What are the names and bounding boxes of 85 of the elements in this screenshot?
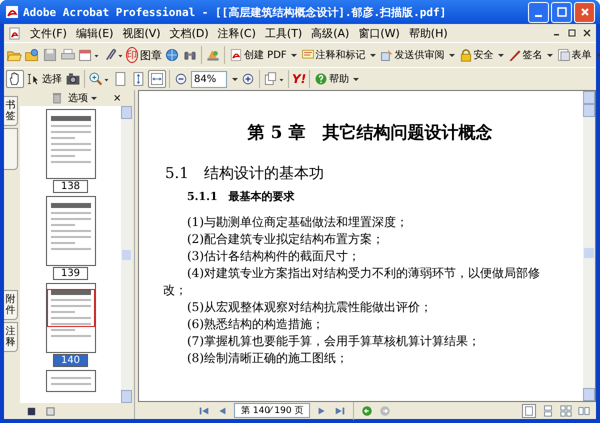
paragraph: (7)掌握机算也要能手算，会用手算草核机算计算结果； bbox=[186, 333, 481, 350]
paragraph: (1)与勘测单位商定基础做法和埋置深度； bbox=[186, 214, 409, 231]
last-page-icon[interactable] bbox=[334, 404, 346, 416]
globe-icon[interactable] bbox=[164, 47, 180, 63]
section-title: 5.1 结构设计的基本功 bbox=[165, 164, 325, 183]
menu-item[interactable]: 工具(T) bbox=[264, 26, 302, 40]
menu-item[interactable]: 文档(D) bbox=[170, 26, 209, 40]
paragraph: (8)绘制清晰正确的施工图纸； bbox=[186, 350, 349, 367]
minimize-icon bbox=[535, 15, 542, 17]
menu-item[interactable]: 视图(V) bbox=[122, 26, 161, 40]
trash-icon[interactable] bbox=[52, 92, 62, 104]
pages-tab[interactable] bbox=[4, 128, 18, 170]
minimize-button[interactable] bbox=[528, 2, 549, 22]
pdf-icon bbox=[8, 26, 21, 40]
camera-icon[interactable] bbox=[65, 71, 81, 87]
facing-icon[interactable] bbox=[560, 404, 572, 416]
paragraph: (3)估计各结构构件的截面尺寸； bbox=[186, 248, 361, 265]
subsection-title: 5.1.1 最基本的要求 bbox=[187, 189, 296, 204]
page-number-label[interactable]: 139 bbox=[52, 267, 88, 280]
bookmarks-tab[interactable]: 书签 bbox=[4, 96, 18, 126]
close-icon bbox=[580, 7, 590, 17]
single-page-icon[interactable] bbox=[522, 404, 536, 418]
save-icon[interactable] bbox=[42, 47, 58, 63]
sidebar-tab[interactable]: 注释 bbox=[4, 322, 18, 352]
maximize-button[interactable] bbox=[551, 2, 572, 22]
zoom-out-icon[interactable] bbox=[173, 71, 189, 87]
help-icon bbox=[314, 72, 328, 86]
pdf-icon bbox=[5, 5, 19, 19]
chapter-title: 第 5 章 其它结构问题设计概念 bbox=[246, 122, 494, 144]
hand-tool-icon[interactable] bbox=[6, 70, 24, 88]
page-thumbnail[interactable] bbox=[46, 109, 96, 179]
zoom-field[interactable]: 84% bbox=[191, 70, 227, 88]
page-number-field[interactable]: 第 140⁄ 190 页 bbox=[234, 403, 310, 418]
page-thumbnail[interactable] bbox=[46, 283, 96, 353]
review-icon bbox=[380, 48, 394, 62]
filmstrip-icon[interactable] bbox=[26, 406, 37, 416]
rotate-page-icon[interactable] bbox=[263, 71, 285, 87]
menu-item[interactable]: 窗口(W) bbox=[358, 26, 400, 40]
pdf-icon bbox=[229, 48, 243, 62]
menu-item[interactable]: 高级(A) bbox=[311, 26, 350, 40]
scrollbar[interactable] bbox=[583, 91, 595, 401]
form-icon bbox=[556, 48, 571, 62]
menu-item[interactable]: 帮助(H) bbox=[408, 26, 448, 40]
thumbnail-size-icon[interactable] bbox=[45, 406, 56, 416]
page-number-label[interactable]: 140 bbox=[52, 354, 88, 367]
page-thumbnail[interactable] bbox=[46, 370, 96, 392]
close-panel-button[interactable]: × bbox=[111, 92, 124, 104]
sidebar-tab[interactable]: 附件 bbox=[4, 290, 18, 320]
help-button[interactable]: 帮助 bbox=[313, 72, 360, 86]
menu-item[interactable]: 文件(F) bbox=[30, 26, 67, 40]
menu-item[interactable]: 编辑(E) bbox=[76, 26, 114, 40]
task-button[interactable]: 签名 bbox=[506, 48, 554, 62]
pen-icon bbox=[508, 48, 522, 62]
zoom-dropdown-icon[interactable] bbox=[232, 78, 238, 80]
paragraph: (5)从宏观整体观察对结构抗震性能做出评价； bbox=[186, 299, 433, 316]
page-number-label[interactable]: 138 bbox=[52, 180, 88, 193]
task-button[interactable]: 安全 bbox=[458, 48, 505, 62]
stamp-icon[interactable]: 印 bbox=[126, 47, 138, 63]
page-thumbnail[interactable] bbox=[46, 196, 96, 266]
two-page-icon[interactable] bbox=[578, 404, 590, 416]
paragraph: (4)对建筑专业方案指出对结构受力不利的薄弱环节，以便做局部修改； bbox=[163, 265, 541, 299]
document-window-controls-icon[interactable] bbox=[552, 28, 592, 38]
close-button[interactable] bbox=[574, 2, 595, 22]
menu-item[interactable]: 注释(C) bbox=[218, 26, 256, 40]
task-button[interactable]: 发送供审阅 bbox=[378, 48, 456, 62]
scrollbar[interactable] bbox=[121, 106, 132, 403]
folder-globe-icon[interactable] bbox=[24, 47, 40, 63]
yahoo-button[interactable]: Y! bbox=[292, 72, 306, 86]
zoom-in-icon[interactable] bbox=[240, 71, 256, 87]
first-page-icon[interactable] bbox=[198, 404, 210, 416]
stamp-label[interactable]: 图章 bbox=[140, 48, 162, 62]
options-button[interactable]: 选项 bbox=[66, 91, 99, 105]
zoom-in-icon[interactable] bbox=[88, 71, 110, 87]
window-title: Adobe Acrobat Professional - [[高层建筑结构概念设计].郁彦.扫描版.pdf] bbox=[23, 4, 448, 20]
task-button[interactable]: 注释和标记 bbox=[300, 48, 377, 62]
paragraph: (2)配合建筑专业拟定结构布置方案； bbox=[186, 231, 385, 248]
lock-icon bbox=[458, 48, 473, 62]
back-icon[interactable] bbox=[361, 404, 374, 416]
paragraph: (6)熟悉结构的构造措施； bbox=[186, 316, 325, 333]
fit-width-icon[interactable] bbox=[148, 70, 166, 88]
maximize-icon bbox=[556, 7, 566, 17]
select-tool-button[interactable]: 选择 bbox=[26, 72, 63, 86]
continuous-icon[interactable] bbox=[542, 404, 554, 416]
task-button[interactable]: 表单 bbox=[556, 48, 600, 62]
task-button[interactable]: 创建 PDF bbox=[228, 48, 298, 62]
